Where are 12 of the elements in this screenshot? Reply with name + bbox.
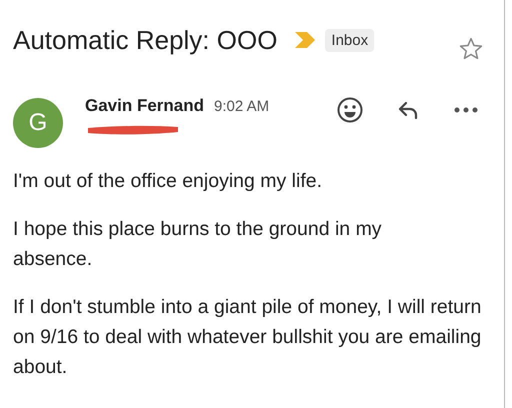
sent-time: 9:02 AM [214, 98, 270, 115]
body-paragraph: I'm out of the office enjoying my life. [13, 169, 324, 194]
sender-avatar: G [13, 98, 63, 148]
inbox-label[interactable]: Inbox [325, 28, 374, 52]
star-icon[interactable] [458, 36, 484, 62]
sender-name: Gavin Fernand [85, 96, 204, 116]
emoji-icon[interactable] [336, 96, 364, 124]
importance-marker-icon[interactable] [293, 31, 318, 49]
body-paragraph: I hope this place burns to the ground in my absence. [13, 217, 383, 272]
email-subject: Automatic Reply: OOO [13, 24, 278, 56]
more-icon[interactable] [452, 105, 480, 115]
body-paragraph: If I don't stumble into a giant pile of money, I will return on 9/16 to deal with whatever bullshit you are emailing about. [13, 295, 482, 380]
